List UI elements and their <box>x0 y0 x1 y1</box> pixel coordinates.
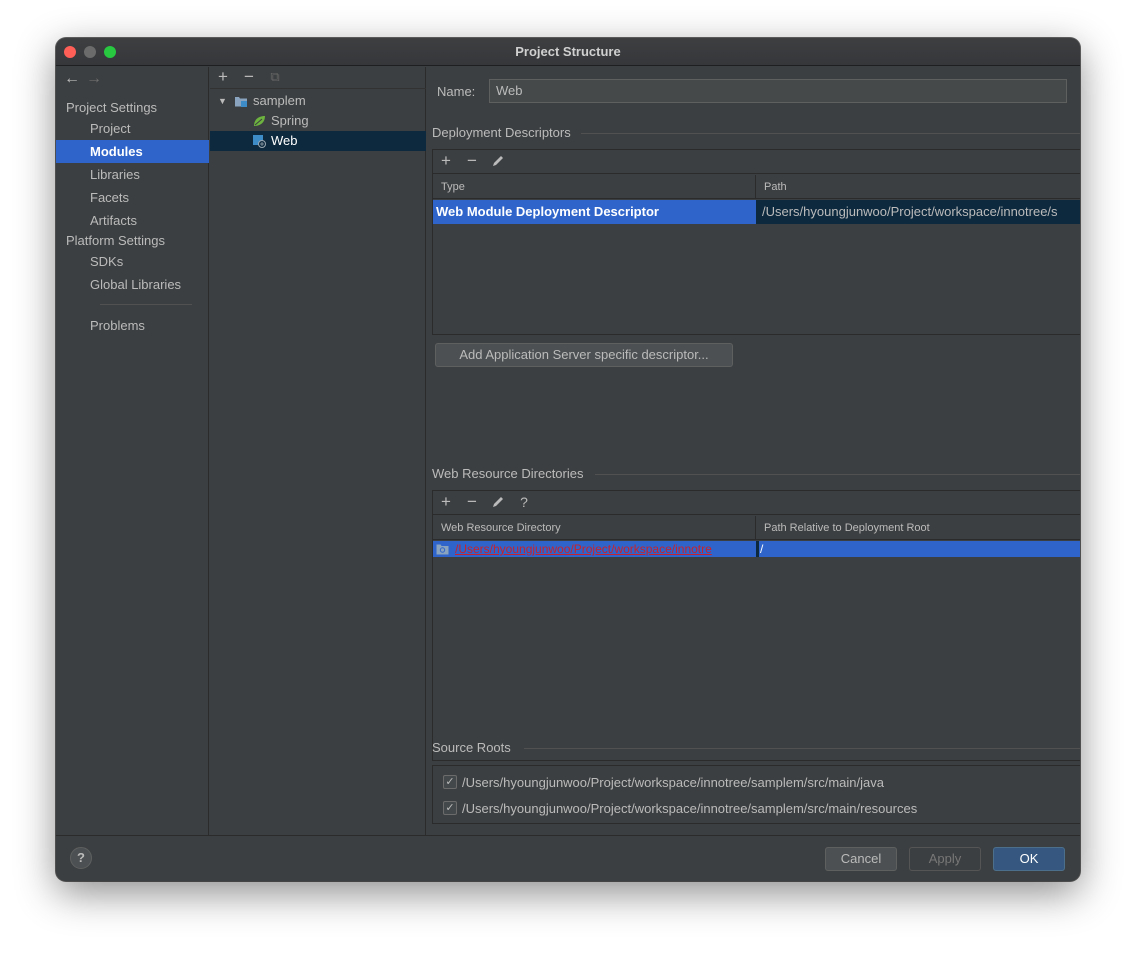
web-resources-table-header: Web Resource Directory Path Relative to … <box>433 516 1080 540</box>
cell-cursor-marker <box>756 541 759 557</box>
tree-node-web[interactable]: Web <box>210 131 426 151</box>
back-arrow-icon[interactable]: ← <box>64 70 86 88</box>
deployment-table-header: Type Path <box>433 175 1080 199</box>
cancel-button[interactable]: Cancel <box>825 847 897 871</box>
source-root-path: /Users/hyoungjunwoo/Project/workspace/in… <box>462 801 918 816</box>
tree-node-samplem[interactable]: ▼ samplem <box>210 91 426 111</box>
help-button[interactable]: ? <box>70 847 92 869</box>
relative-path-cell: / <box>760 542 764 556</box>
edit-pencil-icon[interactable] <box>491 154 505 168</box>
column-header-relative-path[interactable]: Path Relative to Deployment Root <box>756 516 1080 540</box>
add-icon[interactable]: + <box>437 493 455 511</box>
sidebar-item-problems[interactable]: Problems <box>56 314 209 337</box>
module-tree-panel: + − ⧉ ▼ samplem Spring Web <box>210 67 426 835</box>
source-root-checkbox[interactable]: ✓ <box>443 775 457 789</box>
ok-button[interactable]: OK <box>993 847 1065 871</box>
descriptor-type-cell: Web Module Deployment Descriptor <box>436 204 659 219</box>
sidebar-item-project[interactable]: Project <box>56 117 209 140</box>
nav-arrows: ← → <box>64 70 108 88</box>
platform-settings-heading: Platform Settings <box>66 233 165 248</box>
apply-button[interactable]: Apply <box>909 847 981 871</box>
column-header-type[interactable]: Type <box>433 175 755 199</box>
facet-settings-panel: Name: Web Deployment Descriptors + − Typ… <box>427 67 1080 835</box>
sidebar-item-facets[interactable]: Facets <box>56 186 209 209</box>
settings-sidebar: ← → Project Settings Project Modules Libr… <box>56 67 209 835</box>
tree-node-label: Web <box>271 133 298 148</box>
name-input[interactable]: Web <box>489 79 1067 103</box>
source-roots-title: Source Roots <box>432 740 511 755</box>
source-root-checkbox[interactable]: ✓ <box>443 801 457 815</box>
sidebar-item-sdks[interactable]: SDKs <box>56 250 209 273</box>
section-divider <box>595 474 1080 475</box>
web-resource-directories-title: Web Resource Directories <box>432 466 584 481</box>
name-label: Name: <box>437 84 476 99</box>
source-roots-list: ✓ /Users/hyoungjunwoo/Project/workspace/… <box>432 765 1080 824</box>
copy-icon[interactable]: ⧉ <box>266 68 284 86</box>
sidebar-item-libraries[interactable]: Libraries <box>56 163 209 186</box>
add-icon[interactable]: + <box>214 68 232 86</box>
web-facet-icon <box>253 135 266 148</box>
source-root-path: /Users/hyoungjunwoo/Project/workspace/in… <box>462 775 884 790</box>
web-resource-directory-cell: /Users/hyoungjunwoo/Project/workspace/in… <box>455 542 712 556</box>
remove-icon[interactable]: − <box>463 493 481 511</box>
dialog-button-bar: ? Cancel Apply OK <box>56 835 1080 881</box>
tree-node-label: Spring <box>271 113 309 128</box>
web-folder-icon <box>436 544 449 555</box>
title-bar: Project Structure <box>56 38 1080 66</box>
sidebar-item-global-libraries[interactable]: Global Libraries <box>56 273 209 296</box>
add-server-descriptor-button[interactable]: Add Application Server specific descript… <box>435 343 733 367</box>
section-divider <box>524 748 1080 749</box>
project-structure-window: Project Structure ← → Project Settings Pr… <box>56 38 1080 881</box>
deployment-descriptors-table: + − Type Path Web Module Deployment Desc… <box>432 149 1080 335</box>
forward-arrow-icon[interactable]: → <box>86 70 108 88</box>
sidebar-item-modules[interactable]: Modules <box>56 140 209 163</box>
table-row[interactable]: /Users/hyoungjunwoo/Project/workspace/in… <box>433 541 1080 557</box>
tree-node-label: samplem <box>253 93 306 108</box>
deployment-toolbar: + − <box>433 150 1080 174</box>
help-question-icon[interactable]: ? <box>515 493 533 511</box>
tree-node-spring[interactable]: Spring <box>210 111 426 131</box>
web-resource-directories-table: + − ? Web Resource Directory Path Relati… <box>432 490 1080 761</box>
deployment-descriptors-title: Deployment Descriptors <box>432 125 571 140</box>
spring-leaf-icon <box>254 116 265 126</box>
window-title: Project Structure <box>515 44 621 59</box>
column-header-web-resource-directory[interactable]: Web Resource Directory <box>433 516 755 540</box>
remove-icon[interactable]: − <box>463 152 481 170</box>
edit-pencil-icon[interactable] <box>491 495 505 509</box>
module-folder-icon <box>235 97 247 107</box>
add-icon[interactable]: + <box>437 152 455 170</box>
sidebar-item-artifacts[interactable]: Artifacts <box>56 209 209 232</box>
project-settings-heading: Project Settings <box>66 100 158 115</box>
column-header-path[interactable]: Path <box>756 175 1080 199</box>
section-divider <box>581 133 1080 134</box>
web-resources-toolbar: + − ? <box>433 491 1080 515</box>
table-row[interactable]: Web Module Deployment Descriptor /Users/… <box>433 200 1080 224</box>
descriptor-path-cell: /Users/hyoungjunwoo/Project/workspace/in… <box>756 200 1080 224</box>
chevron-down-icon[interactable]: ▼ <box>218 91 227 111</box>
tree-toolbar: + − ⧉ <box>210 67 426 89</box>
remove-icon[interactable]: − <box>240 68 258 86</box>
sidebar-divider <box>100 304 192 305</box>
